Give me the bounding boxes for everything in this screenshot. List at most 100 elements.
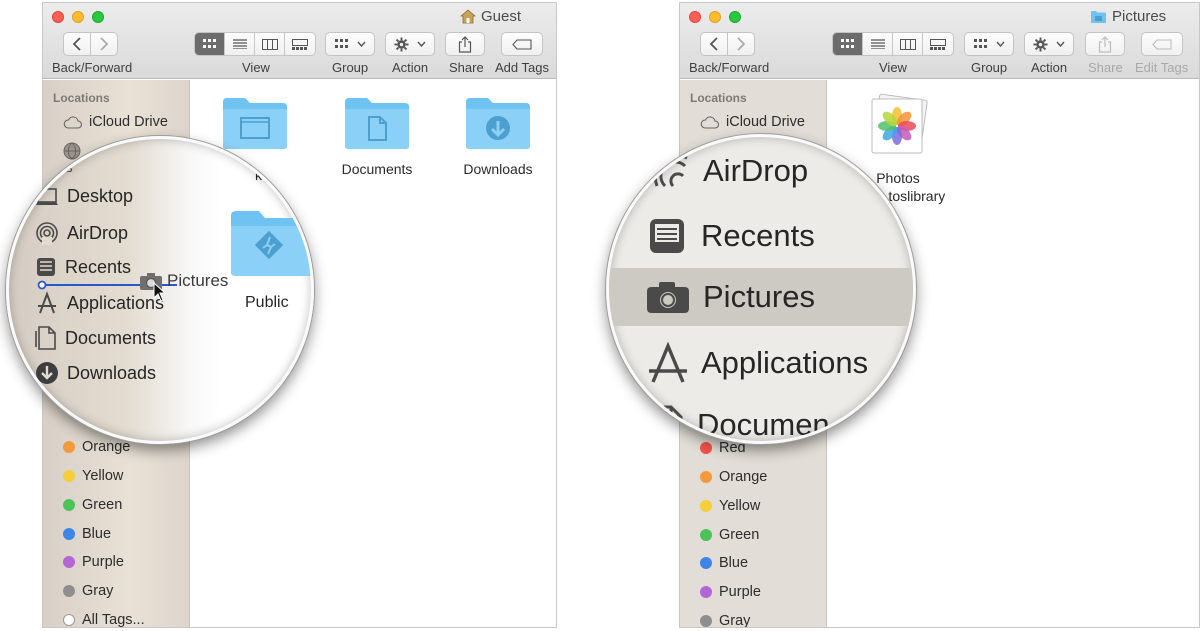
gray-tag-icon (700, 615, 712, 627)
group-button[interactable] (325, 32, 375, 56)
gear-icon (1033, 36, 1048, 52)
sidebar-item-applications[interactable]: Applications (35, 291, 164, 315)
sidebar-partial-label: Ne (58, 141, 76, 157)
orange-tag-icon (63, 441, 75, 453)
minimize-window-button[interactable] (72, 11, 84, 23)
close-window-button[interactable] (52, 11, 64, 23)
recents-icon (650, 219, 684, 253)
chevron-down-icon (1056, 41, 1065, 47)
magnifier-lens-left: Ne tes ktop Public Desktop AirDrop Recen… (6, 136, 314, 444)
icon-view-button[interactable] (195, 33, 225, 55)
public-folder-icon (231, 211, 311, 276)
action-button[interactable] (385, 32, 435, 56)
column-view-button[interactable] (893, 33, 923, 55)
sidebar-item-recents[interactable]: Recents (35, 256, 131, 278)
sidebar-tag-blue[interactable]: Blue (700, 552, 748, 574)
list-view-button[interactable] (225, 33, 255, 55)
applications-icon (38, 291, 56, 314)
sidebar-tag-purple[interactable]: Purple (700, 581, 761, 603)
blue-tag-icon (700, 557, 712, 569)
recents-icon (37, 258, 55, 276)
action-button[interactable] (1024, 32, 1074, 56)
sidebar-item-icloud-drive[interactable]: iCloud Drive (63, 111, 168, 133)
view-label: View (879, 60, 907, 75)
sidebar-tag-green[interactable]: Green (700, 524, 759, 546)
action-label: Action (392, 60, 429, 75)
grid-icon (202, 39, 216, 48)
window-title: Guest (460, 8, 521, 25)
yellow-tag-icon (63, 470, 75, 482)
group-icon (334, 39, 348, 48)
column-view-button[interactable] (255, 33, 285, 55)
group-button[interactable] (964, 32, 1014, 56)
document-icon (653, 405, 683, 441)
gallery-icon (292, 38, 308, 50)
forward-button[interactable] (90, 32, 118, 56)
back-button[interactable] (700, 32, 728, 56)
sidebar-tag-green[interactable]: Green (63, 494, 122, 516)
zoom-window-button[interactable] (92, 11, 104, 23)
sidebar-tag-orange[interactable]: Orange (700, 466, 767, 488)
list-view-button[interactable] (863, 33, 893, 55)
sidebar-item-airdrop[interactable]: AirDrop (647, 153, 808, 189)
sidebar-item-downloads[interactable]: Downloads (35, 361, 156, 385)
view-mode-control[interactable] (832, 32, 954, 56)
sidebar-tag-blue[interactable]: Blue (63, 523, 111, 545)
minimize-window-button[interactable] (709, 11, 721, 23)
tag-icon (512, 38, 532, 50)
sidebar-item-airdrop[interactable]: AirDrop (35, 221, 128, 245)
green-tag-icon (63, 499, 75, 511)
back-forward-label: Back/Forward (52, 60, 133, 75)
sidebar-tag-gray[interactable]: Gray (63, 580, 113, 602)
gallery-view-button[interactable] (285, 33, 315, 55)
sidebar-item-desktop[interactable]: Desktop (35, 186, 133, 207)
gallery-icon (930, 38, 946, 50)
sidebar-item-documents[interactable]: Documen (647, 405, 830, 441)
zoom-window-button[interactable] (729, 11, 741, 23)
cloud-icon (700, 115, 719, 129)
downloads-folder-icon (466, 98, 530, 149)
folder-documents[interactable]: Documents (322, 96, 432, 178)
sidebar-tag-yellow[interactable]: Yellow (63, 465, 123, 487)
chevron-right-icon (100, 37, 109, 51)
list-icon (232, 39, 247, 49)
gallery-view-button[interactable] (923, 33, 953, 55)
camera-icon (647, 282, 689, 313)
airdrop-icon (36, 222, 58, 245)
sidebar-item-icloud-drive[interactable]: iCloud Drive (700, 111, 805, 133)
sidebar-tag-orange[interactable]: Orange (63, 436, 130, 458)
view-mode-control[interactable] (194, 32, 316, 56)
add-tags-label: Add Tags (495, 60, 549, 75)
chevron-left-icon (709, 37, 718, 51)
view-label: View (242, 60, 270, 75)
folder-downloads[interactable]: Downloads (443, 96, 553, 178)
sidebar-item-recents[interactable]: Recents (647, 216, 815, 256)
columns-icon (261, 38, 278, 50)
sidebar-all-tags[interactable]: All Tags... (63, 609, 145, 627)
file-label: Public (245, 294, 289, 311)
sidebar-tag-gray[interactable]: Gray (700, 610, 750, 627)
document-icon (35, 326, 56, 350)
green-tag-icon (700, 529, 712, 541)
sidebar-tag-purple[interactable]: Purple (63, 551, 124, 573)
sidebar-section-locations: Locations (690, 91, 747, 105)
share-button[interactable] (445, 32, 485, 56)
chevron-left-icon (72, 37, 81, 51)
add-tags-button[interactable] (501, 32, 543, 56)
sidebar-item-applications[interactable]: Applications (645, 342, 868, 384)
sidebar-partial-label: tes (54, 159, 73, 175)
pictures-folder-icon (1091, 10, 1106, 23)
share-button[interactable] (1085, 32, 1125, 56)
gray-tag-icon (63, 585, 75, 597)
icon-view-button[interactable] (833, 33, 863, 55)
sidebar-item-pictures[interactable]: Pictures (645, 279, 815, 315)
sidebar-tag-yellow[interactable]: Yellow (700, 495, 760, 517)
sidebar-item-documents[interactable]: Documents (35, 326, 156, 350)
close-window-button[interactable] (689, 11, 701, 23)
forward-button[interactable] (727, 32, 755, 56)
group-label: Group (971, 60, 1008, 75)
toolbar: Guest Back/Forward View Group Action Sha… (43, 3, 556, 79)
back-button[interactable] (63, 32, 91, 56)
edit-tags-button[interactable] (1141, 32, 1183, 56)
action-label: Action (1031, 60, 1068, 75)
